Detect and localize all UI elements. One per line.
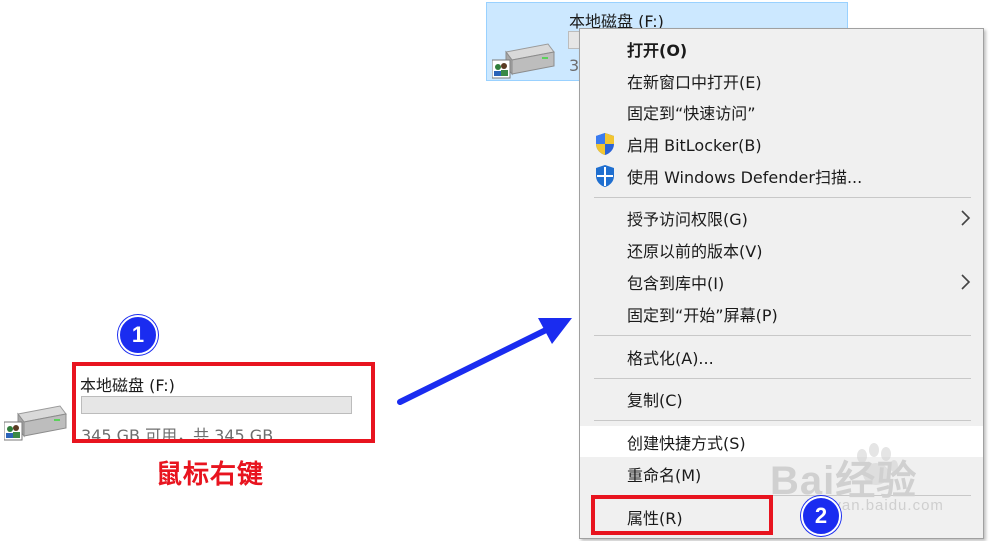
- shield-uac-icon: [596, 133, 614, 155]
- menu-separator: [594, 378, 971, 379]
- menu-item-include-library[interactable]: 包含到库中(I): [580, 266, 983, 297]
- menu-item-format[interactable]: 格式化(A)...: [580, 341, 983, 372]
- menu-item-label: 在新窗口中打开(E): [627, 72, 762, 92]
- menu-item-pin-quick-access[interactable]: 固定到“快速访问”: [580, 96, 983, 127]
- menu-item-label: 还原以前的版本(V): [627, 241, 763, 261]
- menu-item-label: 授予访问权限(G): [627, 209, 748, 229]
- menu-item-label: 复制(C): [627, 390, 683, 410]
- chevron-right-icon: [961, 274, 971, 290]
- menu-item-label: 固定到“快速访问”: [627, 103, 756, 123]
- menu-separator: [594, 420, 971, 421]
- highlight-box-properties: [591, 495, 773, 535]
- menu-item-label: 使用 Windows Defender扫描...: [627, 167, 863, 187]
- menu-item-label: 创建快捷方式(S): [627, 433, 746, 453]
- menu-item-label: 包含到库中(I): [627, 273, 725, 293]
- hard-drive-icon: [492, 43, 555, 79]
- menu-item-label: 重命名(M): [627, 465, 702, 485]
- menu-item-bitlocker[interactable]: 启用 BitLocker(B): [580, 128, 983, 159]
- menu-item-label: 格式化(A)...: [627, 348, 714, 368]
- step-2-badge: 2: [801, 496, 841, 536]
- menu-item-restore-versions[interactable]: 还原以前的版本(V): [580, 234, 983, 265]
- menu-item-copy[interactable]: 复制(C): [580, 383, 983, 414]
- chevron-right-icon: [961, 210, 971, 226]
- menu-item-grant-access[interactable]: 授予访问权限(G): [580, 202, 983, 233]
- menu-separator: [594, 335, 971, 336]
- caption-right-click: 鼠标右键: [156, 460, 265, 490]
- menu-item-pin-start[interactable]: 固定到“开始”屏幕(P): [580, 298, 983, 329]
- arrow-icon: [397, 318, 572, 405]
- menu-item-open-new-window[interactable]: 在新窗口中打开(E): [580, 65, 983, 96]
- defender-icon: [596, 165, 614, 187]
- menu-separator: [594, 197, 971, 198]
- menu-item-label: 固定到“开始”屏幕(P): [627, 305, 778, 325]
- menu-item-label: 启用 BitLocker(B): [627, 135, 762, 155]
- step-1-badge: 1: [118, 315, 158, 355]
- highlight-box-drive: [72, 362, 375, 443]
- menu-item-open[interactable]: 打开(O): [580, 33, 983, 64]
- hard-drive-icon[interactable]: [4, 402, 68, 442]
- menu-item-label: 打开(O): [627, 40, 688, 60]
- menu-item-defender-scan[interactable]: 使用 Windows Defender扫描...: [580, 160, 983, 191]
